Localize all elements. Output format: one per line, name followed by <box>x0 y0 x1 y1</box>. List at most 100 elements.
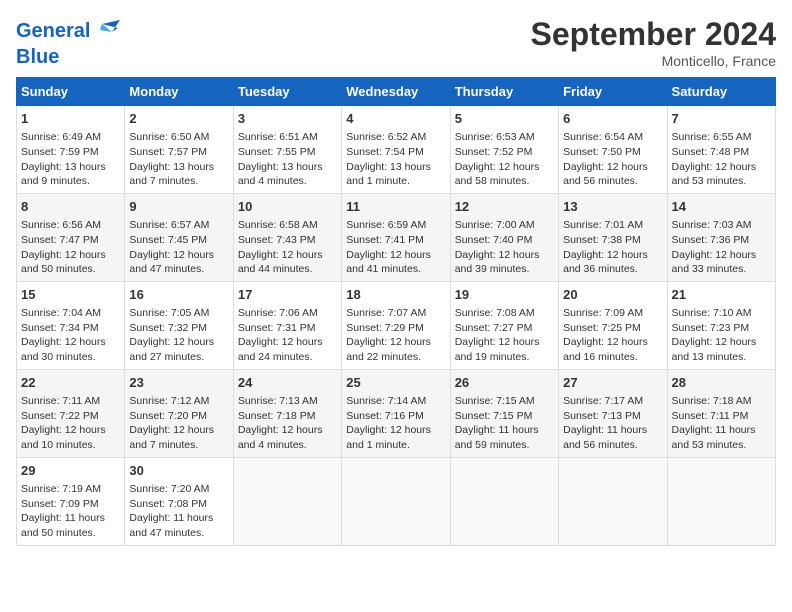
day-number: 25 <box>346 374 445 392</box>
day-info-line: Sunset: 7:18 PM <box>238 409 337 424</box>
day-info-line: Sunrise: 7:07 AM <box>346 306 445 321</box>
day-info-line: Daylight: 12 hours <box>129 423 228 438</box>
day-info-line: and 47 minutes. <box>129 262 228 277</box>
day-info-line: Daylight: 12 hours <box>346 335 445 350</box>
day-info-line: Sunrise: 6:53 AM <box>455 130 554 145</box>
day-info-line: Sunset: 7:32 PM <box>129 321 228 336</box>
header-thursday: Thursday <box>450 78 558 106</box>
day-info-line: Daylight: 12 hours <box>455 335 554 350</box>
day-info-line: Sunset: 7:48 PM <box>672 145 771 160</box>
day-info-line: Daylight: 11 hours <box>563 423 662 438</box>
day-info-line: Sunset: 7:34 PM <box>21 321 120 336</box>
day-info-line: Sunrise: 7:18 AM <box>672 394 771 409</box>
calendar-cell <box>450 457 558 545</box>
day-info-line: and 59 minutes. <box>455 438 554 453</box>
calendar-cell: 25Sunrise: 7:14 AMSunset: 7:16 PMDayligh… <box>342 369 450 457</box>
header-tuesday: Tuesday <box>233 78 341 106</box>
calendar-cell: 26Sunrise: 7:15 AMSunset: 7:15 PMDayligh… <box>450 369 558 457</box>
day-number: 28 <box>672 374 771 392</box>
day-number: 16 <box>129 286 228 304</box>
day-info-line: and 30 minutes. <box>21 350 120 365</box>
header-monday: Monday <box>125 78 233 106</box>
day-info-line: Sunset: 7:38 PM <box>563 233 662 248</box>
day-info-line: Daylight: 12 hours <box>455 248 554 263</box>
day-info-line: Daylight: 12 hours <box>563 160 662 175</box>
calendar-cell <box>342 457 450 545</box>
calendar-cell: 20Sunrise: 7:09 AMSunset: 7:25 PMDayligh… <box>559 281 667 369</box>
day-info-line: and 41 minutes. <box>346 262 445 277</box>
day-info-line: and 13 minutes. <box>672 350 771 365</box>
title-block: September 2024 Monticello, France <box>531 16 776 69</box>
day-info-line: Sunrise: 6:49 AM <box>21 130 120 145</box>
month-title: September 2024 <box>531 16 776 53</box>
day-info-line: Sunrise: 7:08 AM <box>455 306 554 321</box>
header-friday: Friday <box>559 78 667 106</box>
calendar-cell: 30Sunrise: 7:20 AMSunset: 7:08 PMDayligh… <box>125 457 233 545</box>
day-info-line: Daylight: 13 hours <box>21 160 120 175</box>
day-info-line: Daylight: 12 hours <box>346 248 445 263</box>
day-info-line: Sunset: 7:15 PM <box>455 409 554 424</box>
calendar-header-row: SundayMondayTuesdayWednesdayThursdayFrid… <box>17 78 776 106</box>
day-number: 18 <box>346 286 445 304</box>
day-info-line: Sunrise: 7:11 AM <box>21 394 120 409</box>
day-number: 23 <box>129 374 228 392</box>
day-info-line: Daylight: 12 hours <box>129 335 228 350</box>
day-info-line: Daylight: 11 hours <box>129 511 228 526</box>
day-info-line: Sunrise: 7:13 AM <box>238 394 337 409</box>
day-number: 17 <box>238 286 337 304</box>
day-number: 29 <box>21 462 120 480</box>
day-info-line: and 1 minute. <box>346 438 445 453</box>
day-number: 21 <box>672 286 771 304</box>
day-number: 19 <box>455 286 554 304</box>
day-info-line: Sunrise: 7:12 AM <box>129 394 228 409</box>
day-info-line: Sunset: 7:31 PM <box>238 321 337 336</box>
day-info-line: Sunset: 7:20 PM <box>129 409 228 424</box>
logo-text: General <box>16 20 90 42</box>
day-info-line: Daylight: 12 hours <box>455 160 554 175</box>
calendar-cell: 1Sunrise: 6:49 AMSunset: 7:59 PMDaylight… <box>17 106 125 194</box>
day-info-line: Sunset: 7:13 PM <box>563 409 662 424</box>
day-number: 7 <box>672 110 771 128</box>
day-info-line: Sunset: 7:25 PM <box>563 321 662 336</box>
day-info-line: and 4 minutes. <box>238 174 337 189</box>
day-info-line: Sunset: 7:29 PM <box>346 321 445 336</box>
logo-bird-icon <box>92 16 122 46</box>
calendar-cell: 7 Sunrise: 6:55 AMSunset: 7:48 PMDaylight… <box>667 106 775 194</box>
logo-text2: Blue <box>16 46 122 68</box>
day-number: 26 <box>455 374 554 392</box>
calendar-week-row: 15Sunrise: 7:04 AMSunset: 7:34 PMDayligh… <box>17 281 776 369</box>
calendar-cell <box>559 457 667 545</box>
day-info-line: Sunset: 7:41 PM <box>346 233 445 248</box>
day-info-line: Sunset: 7:22 PM <box>21 409 120 424</box>
day-info-line: Sunrise: 7:17 AM <box>563 394 662 409</box>
calendar-cell: 16Sunrise: 7:05 AMSunset: 7:32 PMDayligh… <box>125 281 233 369</box>
logo: General Blue <box>16 16 122 68</box>
day-info-line: and 16 minutes. <box>563 350 662 365</box>
day-info-line: and 1 minute. <box>346 174 445 189</box>
day-info-line: and 7 minutes. <box>129 438 228 453</box>
header-wednesday: Wednesday <box>342 78 450 106</box>
day-info-line: Sunset: 7:16 PM <box>346 409 445 424</box>
day-info-line: and 58 minutes. <box>455 174 554 189</box>
day-number: 10 <box>238 198 337 216</box>
calendar-cell: 6Sunrise: 6:54 AMSunset: 7:50 PMDaylight… <box>559 106 667 194</box>
day-info-line: Sunrise: 6:56 AM <box>21 218 120 233</box>
calendar-cell: 24Sunrise: 7:13 AMSunset: 7:18 PMDayligh… <box>233 369 341 457</box>
calendar-cell: 19Sunrise: 7:08 AMSunset: 7:27 PMDayligh… <box>450 281 558 369</box>
calendar-cell: 3Sunrise: 6:51 AMSunset: 7:55 PMDaylight… <box>233 106 341 194</box>
day-info-line: Sunrise: 7:19 AM <box>21 482 120 497</box>
day-info-line: Sunrise: 7:04 AM <box>21 306 120 321</box>
day-info-line: Daylight: 13 hours <box>346 160 445 175</box>
day-info-line: Sunrise: 6:55 AM <box>672 130 771 145</box>
day-info-line: Daylight: 12 hours <box>672 160 771 175</box>
header-saturday: Saturday <box>667 78 775 106</box>
day-info-line: Daylight: 12 hours <box>21 248 120 263</box>
day-info-line: Daylight: 12 hours <box>346 423 445 438</box>
day-info-line: Sunset: 7:52 PM <box>455 145 554 160</box>
day-info-line: and 53 minutes. <box>672 174 771 189</box>
day-info-line: Sunrise: 7:10 AM <box>672 306 771 321</box>
day-info-line: Sunset: 7:36 PM <box>672 233 771 248</box>
day-info-line: Daylight: 12 hours <box>672 335 771 350</box>
day-info-line: Daylight: 11 hours <box>455 423 554 438</box>
day-info-line: Daylight: 11 hours <box>672 423 771 438</box>
